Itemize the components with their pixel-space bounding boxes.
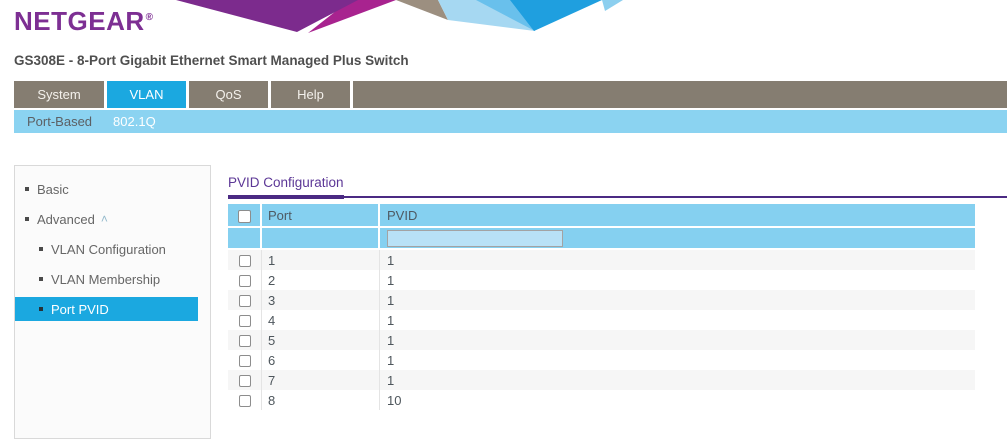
sidebar-item-label: Port PVID <box>51 302 109 317</box>
pvid-cell: 1 <box>380 370 975 390</box>
row-checkbox[interactable] <box>239 315 251 327</box>
port-cell: 5 <box>262 330 380 350</box>
table-filter-row <box>228 228 975 250</box>
content-area: Basic Advanced ˄ VLAN Configuration VLAN… <box>14 165 1007 439</box>
logo-text: NETGEAR <box>14 6 145 36</box>
bullet-icon <box>25 217 29 221</box>
sidebar-item-basic[interactable]: Basic <box>15 177 210 201</box>
port-cell: 7 <box>262 370 380 390</box>
pvid-cell: 1 <box>380 330 975 350</box>
sidebar: Basic Advanced ˄ VLAN Configuration VLAN… <box>14 165 211 439</box>
bullet-icon <box>39 307 43 311</box>
pvid-cell: 1 <box>380 250 975 270</box>
tab-system[interactable]: System <box>14 81 107 108</box>
row-checkbox[interactable] <box>239 355 251 367</box>
pvid-cell: 1 <box>380 270 975 290</box>
port-cell: 1 <box>262 250 380 270</box>
table-row: 4 1 <box>228 310 975 330</box>
pvid-cell: 10 <box>380 390 975 410</box>
main-nav: System VLAN QoS Help <box>14 81 1007 108</box>
select-all-checkbox[interactable] <box>238 210 251 223</box>
sidebar-item-label: VLAN Membership <box>51 272 160 287</box>
chevron-up-icon: ˄ <box>101 213 108 225</box>
table-row: 3 1 <box>228 290 975 310</box>
netgear-logo: NETGEAR® <box>14 6 154 37</box>
table-row: 6 1 <box>228 350 975 370</box>
row-checkbox[interactable] <box>239 295 251 307</box>
pvid-cell: 1 <box>380 290 975 310</box>
row-checkbox[interactable] <box>239 335 251 347</box>
bullet-icon <box>39 247 43 251</box>
row-checkbox[interactable] <box>239 395 251 407</box>
row-checkbox[interactable] <box>239 275 251 287</box>
table-row: 2 1 <box>228 270 975 290</box>
sidebar-item-vlan-membership[interactable]: VLAN Membership <box>15 267 210 291</box>
table-header-row: Port PVID <box>228 204 975 228</box>
section-heading-rule: PVID Configuration <box>228 174 1007 198</box>
section-heading: PVID Configuration <box>228 175 344 199</box>
tab-qos[interactable]: QoS <box>189 81 271 108</box>
tab-vlan[interactable]: VLAN <box>107 81 189 108</box>
bullet-icon <box>39 277 43 281</box>
sidebar-item-vlan-configuration[interactable]: VLAN Configuration <box>15 237 210 261</box>
subnav-item-port-based[interactable]: Port-Based <box>27 114 92 129</box>
sidebar-item-label: Basic <box>37 182 69 197</box>
subnav-item-8021q[interactable]: 802.1Q <box>113 114 156 129</box>
sidebar-item-label: VLAN Configuration <box>51 242 166 257</box>
table-row: 8 10 <box>228 390 975 410</box>
port-cell: 6 <box>262 350 380 370</box>
registered-mark: ® <box>146 12 154 23</box>
port-cell: 2 <box>262 270 380 290</box>
table-row: 1 1 <box>228 250 975 270</box>
main-panel: PVID Configuration Port PVID 1 1 <box>228 165 1007 439</box>
pvid-cell: 1 <box>380 310 975 330</box>
table-row: 5 1 <box>228 330 975 350</box>
port-cell: 3 <box>262 290 380 310</box>
bullet-icon <box>25 187 29 191</box>
tab-help[interactable]: Help <box>271 81 353 108</box>
pvid-input[interactable] <box>387 230 563 247</box>
sidebar-item-label: Advanced <box>37 212 95 227</box>
column-header-pvid: PVID <box>380 204 975 228</box>
pvid-table: Port PVID 1 1 2 1 3 1 4 1 <box>228 204 975 410</box>
column-header-port: Port <box>262 204 380 228</box>
pvid-table-body: 1 1 2 1 3 1 4 1 5 1 6 1 7 1 8 10 <box>228 250 975 410</box>
vlan-subnav: Port-Based 802.1Q <box>14 110 1007 133</box>
port-cell: 4 <box>262 310 380 330</box>
pvid-cell: 1 <box>380 350 975 370</box>
sidebar-item-advanced[interactable]: Advanced ˄ <box>15 207 210 231</box>
row-checkbox[interactable] <box>239 255 251 267</box>
row-checkbox[interactable] <box>239 375 251 387</box>
port-cell: 8 <box>262 390 380 410</box>
page-title: GS308E - 8-Port Gigabit Ethernet Smart M… <box>14 53 409 68</box>
sidebar-item-port-pvid[interactable]: Port PVID <box>15 297 198 321</box>
table-row: 7 1 <box>228 370 975 390</box>
